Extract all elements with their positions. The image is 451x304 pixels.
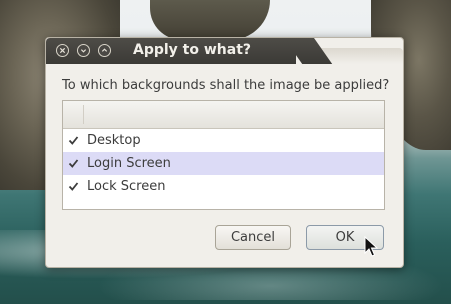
mouse-pointer-icon [364,236,378,257]
minimize-icon[interactable] [77,44,90,57]
checkbox-lock-screen[interactable] [68,181,79,192]
checkmark-icon [68,182,79,191]
list-item-lock-screen[interactable]: Lock Screen [63,175,384,198]
dialog-title: Apply to what? [133,42,252,58]
checkmark-icon [68,136,79,145]
checkmark-icon [68,159,79,168]
dialog-prompt: To which backgrounds shall the image be … [62,78,390,93]
list-item-label: Desktop [87,133,141,148]
list-item-label: Login Screen [87,156,171,171]
list-item-login-screen[interactable]: Login Screen [63,152,384,175]
wallpaper-rock-arch [150,0,270,40]
list-header [63,101,384,129]
list-item-label: Lock Screen [87,179,166,194]
checkbox-desktop[interactable] [68,135,79,146]
close-icon[interactable] [56,44,69,57]
checkbox-login-screen[interactable] [68,158,79,169]
apply-dialog: Apply to what? To which backgrounds shal… [45,37,404,268]
list-item-desktop[interactable]: Desktop [63,129,384,152]
maximize-icon[interactable] [98,44,111,57]
cancel-button[interactable]: Cancel [215,225,291,250]
background-target-list[interactable]: Desktop Login Screen Lock Screen [62,100,385,210]
column-divider[interactable] [83,105,84,124]
titlebar: Apply to what? [46,38,296,64]
